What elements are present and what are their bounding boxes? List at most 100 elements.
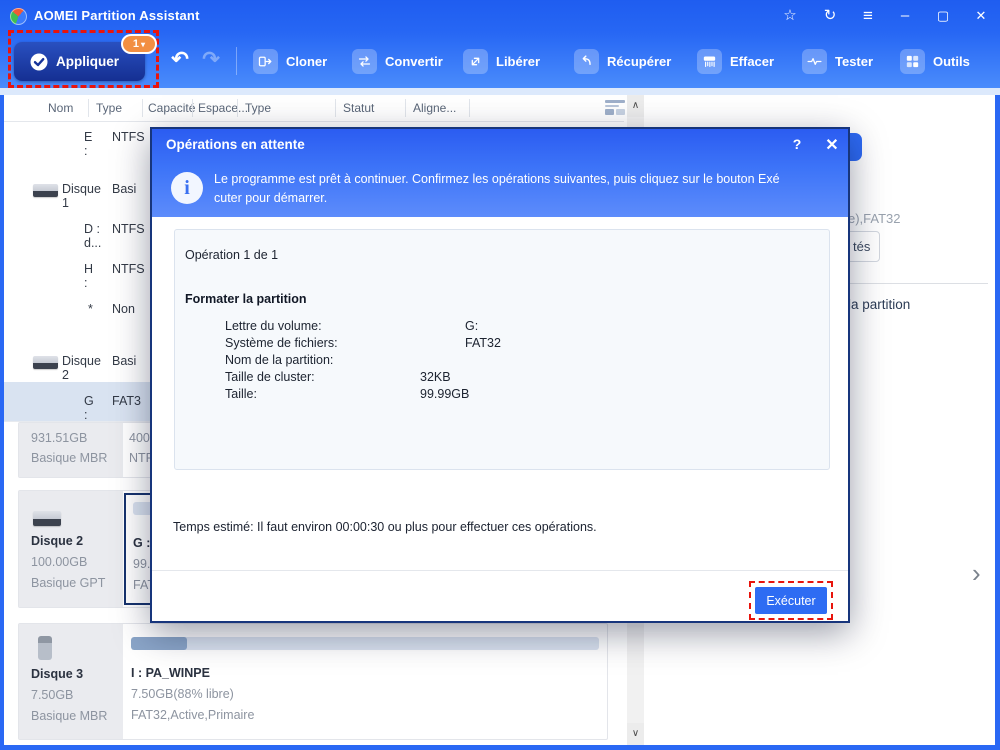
right-panel-action-link[interactable]: la partition [848, 297, 910, 312]
favorite-star-icon[interactable]: ☆ [778, 6, 802, 26]
toolbar-item-label: Outils [933, 53, 970, 69]
toolbar-item-label: Effacer [730, 53, 775, 69]
operation-field: Taille de cluster: 32KB [225, 370, 785, 384]
header-separator [142, 99, 143, 117]
toolbar: Appliquer 1 ▾ ↶ ↷ Cloner Convertir Libér… [0, 30, 1000, 88]
row-name: Disque 2 [62, 354, 101, 382]
field-value: FAT32 [465, 336, 501, 350]
toolbar-bottom-strip [0, 88, 1000, 95]
menu-icon[interactable]: ≡ [856, 6, 880, 26]
disk-size: 931.51GB [31, 431, 88, 445]
toolbar-item-effacer[interactable]: Effacer [697, 48, 774, 74]
toolbar-item-label: Tester [835, 53, 874, 69]
usb-drive-icon [38, 636, 52, 660]
operation-field: Taille: 99.99GB [225, 387, 785, 401]
pending-operations-badge[interactable]: 1 ▾ [121, 34, 157, 54]
toolbar-item-label: Récupérer [607, 53, 672, 69]
undo-button[interactable]: ↶ [167, 47, 193, 72]
redo-button[interactable]: ↷ [198, 47, 224, 72]
operation-field: Système de fichiers: FAT32 [225, 336, 785, 350]
row-name: D : d... [84, 222, 102, 250]
dialog-close-icon[interactable]: ✕ [824, 135, 840, 155]
hdd-icon [33, 184, 58, 197]
capacity-bar-fill [131, 637, 188, 650]
refresh-icon[interactable]: ↻ [818, 6, 842, 26]
close-button[interactable]: ✕ [969, 6, 993, 26]
operation-title: Formater la partition [185, 292, 307, 306]
hdd-icon [33, 511, 61, 526]
disk-style: Basique MBR [31, 451, 108, 465]
toolbar-item-liberer[interactable]: Libérer [463, 48, 540, 74]
row-name: E : [84, 130, 93, 158]
disk-card-info: 931.51GB Basique MBR [19, 423, 123, 477]
col-header-espace[interactable]: Espace... [198, 101, 248, 115]
row-name: Disque 1 [62, 182, 101, 210]
row-name: G : [84, 394, 94, 422]
disk-card-info: Disque 3 7.50GB Basique MBR [19, 624, 123, 739]
partition-size: 7.50GB(88% libre) [131, 687, 234, 701]
dialog-header: Opérations en attente ? ✕ i Le programme… [152, 129, 848, 217]
execute-button[interactable]: Exécuter [755, 587, 827, 614]
field-label: Système de fichiers: [225, 336, 338, 350]
row-type: Basi [112, 354, 137, 368]
field-label: Taille de cluster: [225, 370, 315, 384]
row-name: H : [84, 262, 94, 290]
shredder-icon [697, 48, 722, 74]
disk-name: Disque 3 [31, 667, 84, 681]
field-value: G: [465, 319, 479, 333]
toolbar-item-tester[interactable]: Tester [802, 48, 873, 74]
disk-card-3[interactable]: Disque 3 7.50GB Basique MBR I : PA_WINPE… [18, 623, 608, 740]
disk-size: 7.50GB [31, 688, 74, 702]
col-header-nom[interactable]: Nom [48, 101, 73, 115]
clone-icon [253, 48, 278, 74]
header-separator [469, 99, 470, 117]
disk-style: Basique MBR [31, 709, 108, 723]
dialog-title: Opérations en attente [166, 137, 305, 152]
col-header-capacite[interactable]: Capacité [148, 101, 195, 115]
view-layout-icon[interactable] [604, 99, 626, 121]
field-label: Nom de la partition: [225, 353, 334, 367]
window-frame-bottom [0, 745, 1000, 750]
collapse-chevron-icon[interactable]: › [972, 560, 981, 586]
row-type: FAT3 [112, 394, 141, 408]
operations-list-box: Opération 1 de 1 Formater la partition L… [174, 229, 830, 470]
row-type: Basi [112, 182, 137, 196]
apply-button-label: Appliquer [56, 54, 119, 69]
convert-icon [352, 48, 377, 74]
app-logo-icon [10, 8, 27, 25]
col-header-type2[interactable]: Type [245, 101, 271, 115]
scroll-up-arrow[interactable]: ∧ [627, 95, 644, 117]
col-header-aligne[interactable]: Aligne... [413, 101, 456, 115]
toolbar-item-cloner[interactable]: Cloner [253, 48, 327, 74]
scroll-down-arrow[interactable]: ∨ [627, 723, 644, 745]
hdd-icon [33, 356, 58, 369]
check-circle-icon [30, 53, 48, 70]
col-header-type[interactable]: Type [96, 101, 122, 115]
disk-card-info: Disque 2 100.00GB Basique GPT [19, 491, 123, 607]
properties-button-label: tés [853, 239, 871, 254]
toolbar-item-label: Convertir [385, 53, 443, 69]
header-separator [88, 99, 89, 117]
row-type: Non [112, 302, 135, 316]
app-title: AOMEI Partition Assistant [34, 8, 200, 23]
toolbar-item-convertir[interactable]: Convertir [352, 48, 443, 74]
toolbar-item-recuperer[interactable]: Récupérer [574, 48, 671, 74]
minimize-button[interactable]: – [893, 6, 917, 26]
title-bar: AOMEI Partition Assistant ☆ ↻ ≡ – ▢ ✕ [0, 0, 1000, 33]
row-name: * [88, 302, 93, 316]
help-icon[interactable]: ? [789, 136, 805, 152]
header-separator [237, 99, 238, 117]
field-label: Taille: [225, 387, 257, 401]
operation-field: Nom de la partition: [225, 353, 785, 367]
toolbar-item-outils[interactable]: Outils [900, 48, 970, 74]
maximize-button[interactable]: ▢ [931, 6, 955, 26]
field-value: 99.99GB [420, 387, 470, 401]
partition-table-header: Nom Type Capacité Espace... Type Statut … [4, 95, 626, 122]
col-header-statut[interactable]: Statut [343, 101, 374, 115]
row-type: NTFS [112, 130, 145, 144]
estimated-time-note: Temps estimé: Il faut environ 00:00:30 o… [173, 520, 597, 534]
dialog-message: Le programme est prêt à continuer. Confi… [214, 170, 834, 208]
partition-name: I : PA_WINPE [131, 666, 210, 680]
partition-box[interactable]: I : PA_WINPE 7.50GB(88% libre) FAT32,Act… [123, 624, 609, 741]
recover-arrow-icon [574, 48, 599, 74]
